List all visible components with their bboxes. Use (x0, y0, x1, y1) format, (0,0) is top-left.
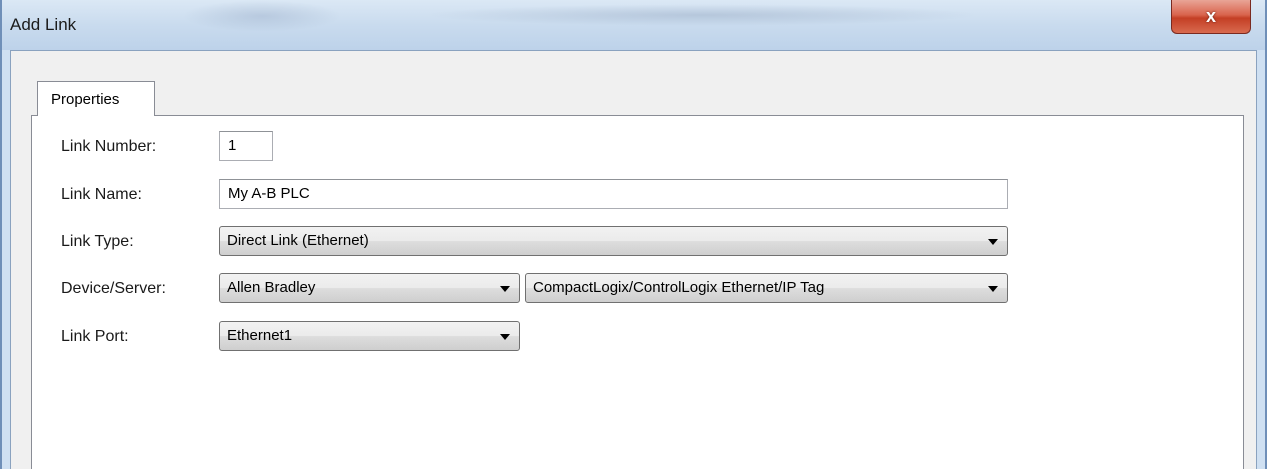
link-type-value: Direct Link (Ethernet) (227, 232, 369, 249)
chevron-down-icon (988, 286, 998, 292)
properties-panel: Link Number: 1 Link Name: My A-B PLC Lin… (31, 115, 1244, 469)
chevron-down-icon (500, 286, 510, 292)
tab-properties[interactable]: Properties (37, 81, 155, 116)
device-server-label: Device/Server: (61, 280, 166, 297)
device-vendor-select[interactable]: Allen Bradley (219, 273, 520, 303)
add-link-dialog: Add Link x Properties Link Number: 1 Lin… (0, 0, 1267, 469)
link-port-select[interactable]: Ethernet1 (219, 321, 520, 351)
title-bar-glass (422, 4, 982, 26)
link-name-input[interactable]: My A-B PLC (219, 179, 1008, 209)
device-driver-value: CompactLogix/ControlLogix Ethernet/IP Ta… (533, 279, 825, 296)
link-type-select[interactable]: Direct Link (Ethernet) (219, 226, 1008, 256)
close-icon: x (1205, 6, 1216, 26)
title-bar-glass (182, 0, 342, 32)
device-vendor-value: Allen Bradley (227, 279, 316, 296)
chevron-down-icon (988, 239, 998, 245)
close-button[interactable]: x (1171, 0, 1251, 34)
link-port-value: Ethernet1 (227, 327, 293, 344)
link-number-label: Link Number: (61, 138, 157, 155)
link-type-label: Link Type: (61, 233, 134, 250)
device-driver-select[interactable]: CompactLogix/ControlLogix Ethernet/IP Ta… (525, 273, 1008, 303)
link-port-label: Link Port: (61, 328, 129, 345)
link-number-input[interactable]: 1 (219, 131, 273, 161)
tab-label: Properties (51, 91, 120, 108)
window-title: Add Link (10, 15, 77, 34)
link-name-label: Link Name: (61, 186, 142, 203)
title-bar[interactable]: Add Link x (2, 0, 1265, 50)
dialog-client-area: Properties Link Number: 1 Link Name: My … (10, 50, 1257, 469)
chevron-down-icon (500, 334, 510, 340)
